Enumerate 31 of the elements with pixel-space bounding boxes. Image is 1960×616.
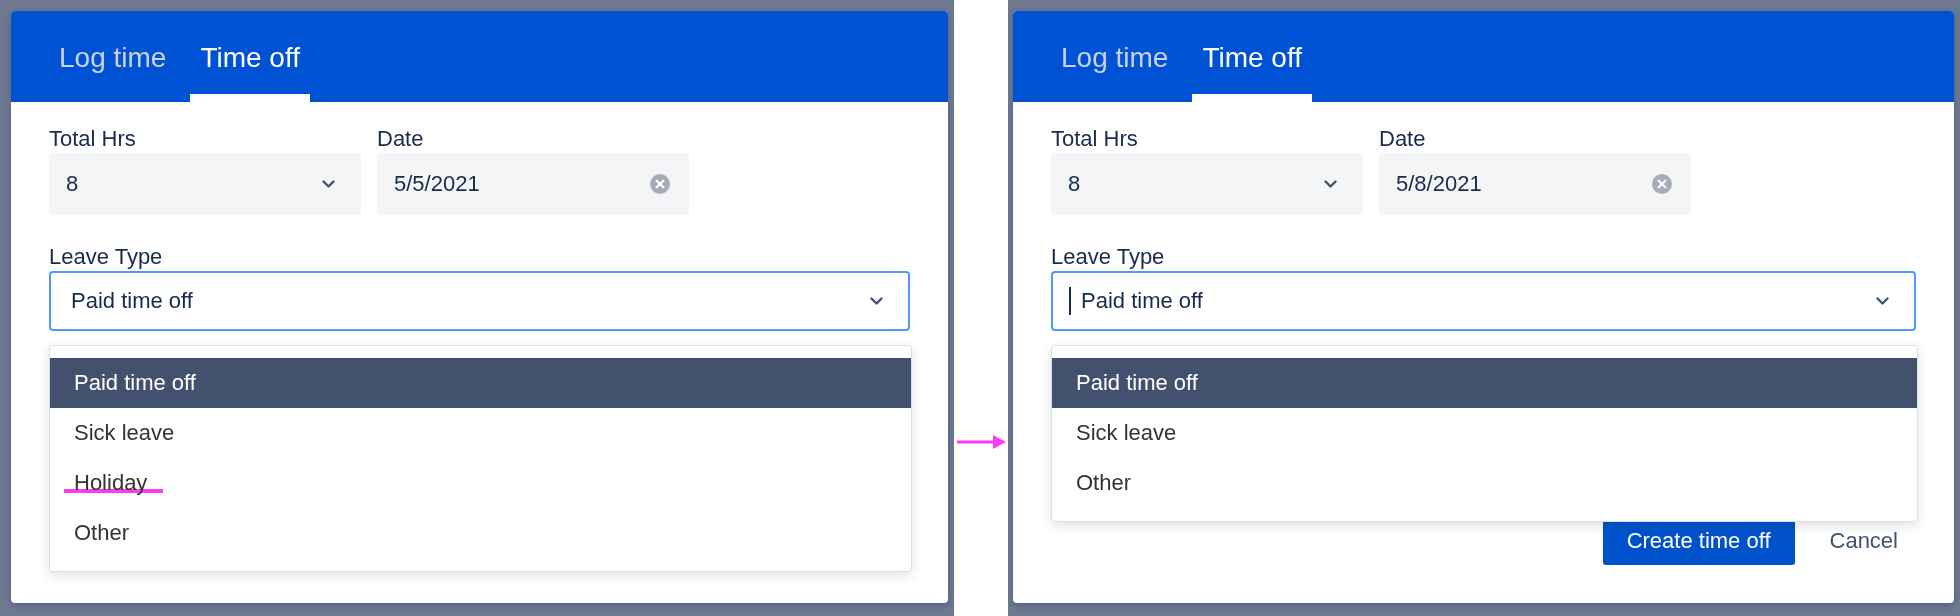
tab[interactable]: Log time: [49, 11, 177, 102]
chevron-down-icon: [1876, 296, 1889, 306]
field-label: Date: [1379, 125, 1426, 153]
date-field[interactable]: 5/8/2021: [1379, 153, 1691, 215]
leave-type-select[interactable]: Paid time off: [49, 271, 910, 331]
tab[interactable]: Time off: [1192, 11, 1312, 102]
right-arrow-icon: [956, 435, 1006, 449]
chevron-down-icon: [1324, 179, 1337, 189]
clear-icon[interactable]: [1652, 174, 1672, 194]
tab[interactable]: Time off: [190, 11, 310, 102]
field-label: Date: [377, 125, 424, 153]
dropdown-field[interactable]: 8: [1051, 153, 1363, 215]
tab[interactable]: Log time: [1051, 11, 1179, 102]
leave-type-select[interactable]: Paid time off: [1051, 271, 1916, 331]
menu-option[interactable]: Holiday: [50, 458, 911, 508]
field-label: Leave Type: [49, 243, 163, 271]
date-field[interactable]: 5/5/2021: [377, 153, 689, 215]
chevron-down-icon: [322, 179, 335, 189]
menu-option[interactable]: Paid time off: [50, 358, 911, 408]
field-label: Total Hrs: [49, 125, 136, 153]
menu-option[interactable]: Sick leave: [1052, 408, 1917, 458]
dropdown-field[interactable]: 8: [49, 153, 361, 215]
menu-option[interactable]: Paid time off: [1052, 358, 1917, 408]
cancel-button[interactable]: Cancel: [1811, 517, 1916, 565]
clear-icon[interactable]: [650, 174, 670, 194]
field-label: Leave Type: [1051, 243, 1165, 271]
field-label: Total Hrs: [1051, 125, 1138, 153]
menu-option[interactable]: Other: [50, 508, 911, 558]
menu-option[interactable]: Other: [1052, 458, 1917, 508]
menu-option[interactable]: Sick leave: [50, 408, 911, 458]
chevron-down-icon: [870, 296, 883, 306]
